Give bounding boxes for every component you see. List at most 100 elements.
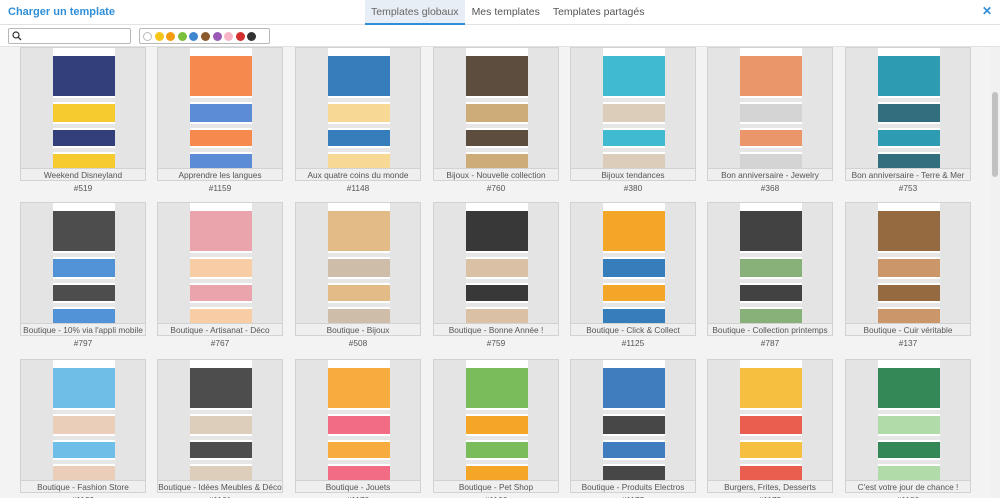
template-card[interactable]: Weekend Disneyland #519 — [20, 47, 146, 193]
template-card[interactable]: Boutique - Produits Electros#1172 — [570, 359, 696, 498]
preview-block — [740, 466, 802, 480]
template-thumbnail[interactable] — [570, 202, 696, 324]
template-thumbnail[interactable] — [157, 202, 283, 324]
template-thumbnail[interactable] — [845, 47, 971, 169]
preview-block — [466, 442, 528, 458]
color-swatch[interactable] — [224, 31, 234, 41]
template-thumbnail[interactable] — [295, 359, 421, 481]
tab-templates-globaux[interactable]: Templates globaux — [365, 0, 465, 25]
template-id: #519 — [73, 183, 93, 193]
template-thumbnail[interactable] — [845, 202, 971, 324]
template-card[interactable]: Boutique - Bijoux #508 — [295, 202, 421, 348]
template-preview — [190, 203, 252, 323]
color-swatch[interactable] — [143, 31, 152, 41]
preview-block — [878, 130, 940, 146]
template-name: Boutique - Click & Collect — [570, 324, 696, 336]
template-card[interactable]: Bijoux tendances #380 — [570, 47, 696, 193]
template-card[interactable]: Apprendre les langues #1159 — [157, 47, 283, 193]
template-thumbnail[interactable] — [295, 47, 421, 169]
template-preview — [328, 48, 390, 168]
color-swatch[interactable] — [166, 31, 176, 41]
template-thumbnail[interactable] — [20, 359, 146, 481]
template-thumbnail[interactable] — [707, 47, 833, 169]
tab-templates-partages[interactable]: Templates partagés — [547, 0, 651, 25]
preview-block — [466, 56, 528, 96]
preview-block — [53, 285, 115, 301]
template-card[interactable]: Boutique - Fashion Store#1139 — [20, 359, 146, 498]
template-thumbnail[interactable] — [570, 47, 696, 169]
preview-block — [878, 104, 940, 122]
template-thumbnail[interactable] — [20, 47, 146, 169]
color-swatch[interactable] — [212, 31, 222, 41]
preview-block — [878, 148, 940, 152]
preview-block — [328, 285, 390, 301]
scrollbar[interactable] — [990, 47, 1000, 498]
template-thumbnail[interactable] — [20, 202, 146, 324]
template-card[interactable]: Boutique - Jouets#1170 — [295, 359, 421, 498]
preview-block — [878, 253, 940, 257]
preview-block — [878, 56, 940, 96]
top-bar: Charger un template Templates globaux Me… — [0, 0, 1000, 25]
preview-block — [603, 460, 665, 464]
preview-block — [740, 148, 802, 152]
preview-block — [328, 130, 390, 146]
color-swatch[interactable] — [177, 31, 187, 41]
preview-block — [53, 130, 115, 146]
template-preview — [53, 203, 115, 323]
color-swatch[interactable] — [189, 31, 199, 41]
template-thumbnail[interactable] — [707, 359, 833, 481]
template-thumbnail[interactable] — [845, 359, 971, 481]
preview-block — [328, 98, 390, 102]
template-card[interactable]: Boutique - Cuir véritable #137 — [845, 202, 971, 348]
template-thumbnail[interactable] — [295, 202, 421, 324]
template-card[interactable]: Boutique - Idées Meubles & Déco#1161 — [157, 359, 283, 498]
template-name: Boutique - Produits Electros — [570, 481, 696, 493]
template-thumbnail[interactable] — [570, 359, 696, 481]
template-card[interactable]: Bijoux - Nouvelle collection #760 — [433, 47, 559, 193]
preview-block — [53, 104, 115, 122]
search-box[interactable] — [8, 28, 131, 44]
template-thumbnail[interactable] — [433, 47, 559, 169]
template-card[interactable]: Boutique - Bonne Année ! #759 — [433, 202, 559, 348]
preview-block — [53, 148, 115, 152]
template-card[interactable]: Bon anniversaire - Jewelry #368 — [707, 47, 833, 193]
template-thumbnail[interactable] — [707, 202, 833, 324]
color-swatch[interactable] — [200, 31, 210, 41]
template-card[interactable]: Boutique - Artisanat - Déco #767 — [157, 202, 283, 348]
template-card[interactable]: Boutique - Collection printemps #787 — [707, 202, 833, 348]
template-card[interactable]: Aux quatre coins du monde #1148 — [295, 47, 421, 193]
search-input[interactable] — [25, 30, 125, 42]
template-thumbnail[interactable] — [157, 47, 283, 169]
template-preview — [740, 48, 802, 168]
template-preview — [328, 360, 390, 480]
template-thumbnail[interactable] — [433, 202, 559, 324]
preview-block — [466, 98, 528, 102]
template-card[interactable]: Burgers, Frites, Desserts#1175 — [707, 359, 833, 498]
preview-block — [466, 154, 528, 168]
template-card[interactable]: Boutique - Click & Collect #1125 — [570, 202, 696, 348]
filter-toolbar — [0, 25, 1000, 47]
template-thumbnail[interactable] — [433, 359, 559, 481]
preview-block — [740, 442, 802, 458]
preview-block — [328, 279, 390, 283]
preview-block — [466, 104, 528, 122]
color-swatch[interactable] — [235, 31, 245, 41]
template-name: Boutique - Bonne Année ! — [433, 324, 559, 336]
preview-block — [190, 124, 252, 128]
template-card[interactable]: Boutique - 10% via l'appli mobile #797 — [20, 202, 146, 348]
template-name: C'est votre jour de chance ! — [845, 481, 971, 493]
close-icon[interactable]: ✕ — [982, 4, 992, 18]
color-swatch[interactable] — [154, 31, 164, 41]
preview-block — [190, 104, 252, 122]
template-card[interactable]: Boutique - Pet Shop#1166 — [433, 359, 559, 498]
template-card[interactable]: C'est votre jour de chance !#1180 — [845, 359, 971, 498]
template-card[interactable]: Bon anniversaire - Terre & Mer #753 — [845, 47, 971, 193]
preview-block — [190, 303, 252, 307]
tab-mes-templates[interactable]: Mes templates — [466, 0, 546, 25]
color-swatch[interactable] — [247, 31, 257, 41]
template-thumbnail[interactable] — [157, 359, 283, 481]
scrollbar-thumb[interactable] — [992, 92, 998, 177]
preview-block — [603, 259, 665, 277]
preview-block — [53, 211, 115, 251]
template-id: #368 — [760, 183, 780, 193]
